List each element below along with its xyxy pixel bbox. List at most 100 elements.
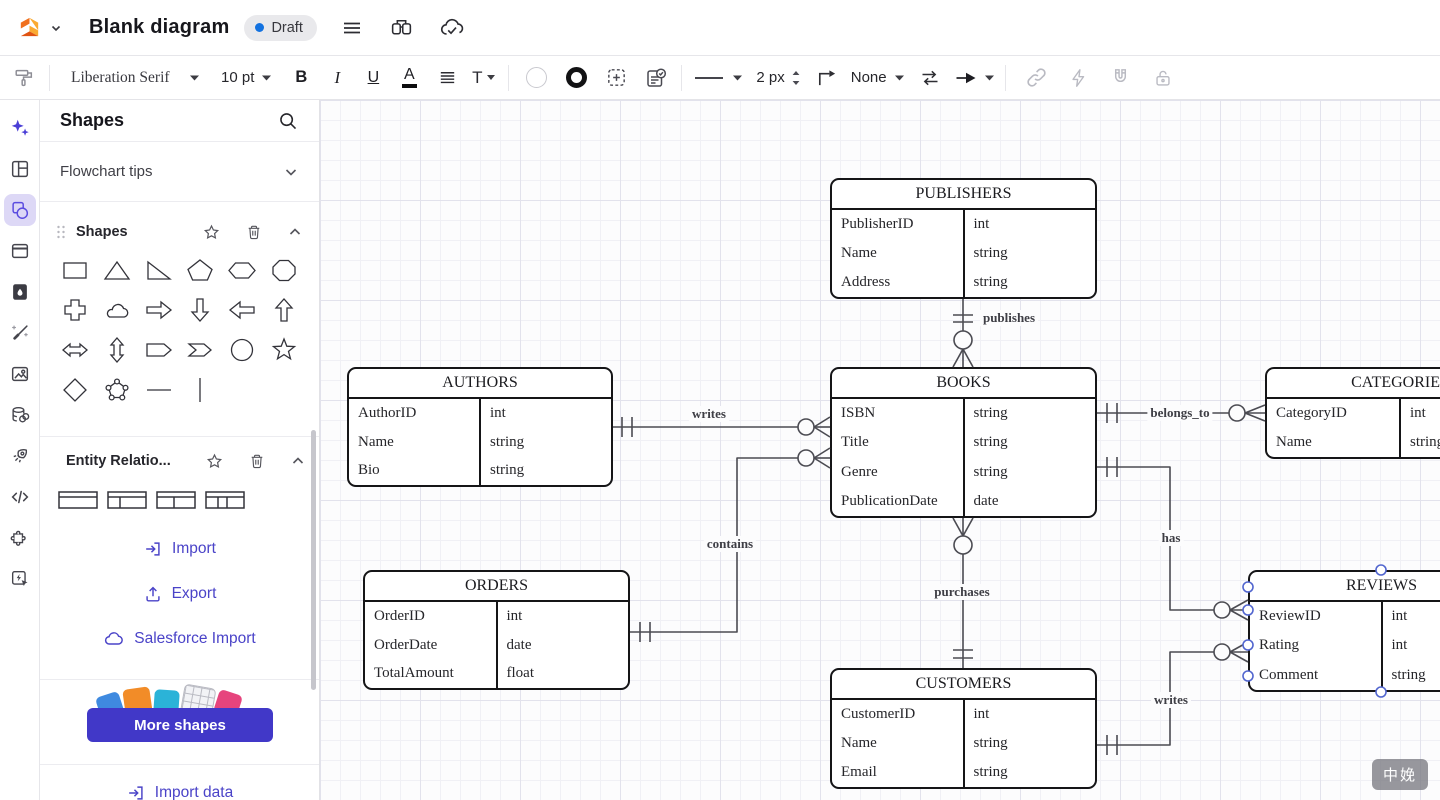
entity-books[interactable]: BOOKSISBNstringTitlestringGenrestringPub… bbox=[830, 367, 1097, 518]
rail-item-images[interactable] bbox=[4, 358, 36, 390]
connector-publishes[interactable] bbox=[953, 299, 973, 367]
line-style-select[interactable] bbox=[693, 63, 742, 93]
rail-item-theme[interactable] bbox=[4, 276, 36, 308]
favorite-section-button[interactable] bbox=[205, 452, 224, 471]
flowchart-tips-row[interactable]: Flowchart tips bbox=[40, 142, 319, 202]
connector-label-belongs_to[interactable]: belongs_to bbox=[1147, 405, 1212, 421]
er-salesforce-import-link[interactable]: Salesforce Import bbox=[40, 625, 319, 653]
shape-er-plain[interactable] bbox=[56, 487, 100, 518]
shape-data-button[interactable] bbox=[642, 63, 670, 93]
shape-line-h[interactable] bbox=[138, 370, 180, 410]
canvas-settings-button[interactable] bbox=[602, 63, 630, 93]
text-align-button[interactable] bbox=[433, 63, 461, 93]
entity-publishers[interactable]: PUBLISHERSPublisherIDintNamestringAddres… bbox=[830, 178, 1097, 299]
panel-scrollbar[interactable] bbox=[311, 430, 316, 690]
shape-line-v[interactable] bbox=[179, 370, 221, 410]
shape-arrow-right[interactable] bbox=[138, 290, 180, 330]
shape-rect[interactable] bbox=[54, 250, 96, 290]
rail-item-integrations[interactable] bbox=[4, 522, 36, 554]
entity-authors[interactable]: AUTHORSAuthorIDintNamestringBiostring bbox=[347, 367, 613, 487]
connector-label-writes[interactable]: writes bbox=[1151, 692, 1191, 708]
connector-label-contains[interactable]: contains bbox=[704, 536, 756, 552]
text-color-button[interactable]: A bbox=[395, 63, 423, 93]
hyperlink-button[interactable] bbox=[1023, 63, 1051, 93]
entity-orders[interactable]: ORDERSOrderIDintOrderDatedateTotalAmount… bbox=[363, 570, 630, 690]
bold-button[interactable]: B bbox=[287, 63, 315, 93]
remove-section-button[interactable] bbox=[245, 223, 263, 241]
shape-er-one-col[interactable] bbox=[105, 487, 149, 518]
shape-chevron[interactable] bbox=[179, 330, 221, 370]
shape-hexagon[interactable] bbox=[221, 250, 263, 290]
favorite-section-button[interactable] bbox=[202, 223, 221, 242]
diagram-canvas[interactable]: PUBLISHERSPublisherIDintNamestringAddres… bbox=[320, 100, 1440, 800]
lock-button[interactable] bbox=[1149, 63, 1177, 93]
shape-signpost[interactable] bbox=[138, 330, 180, 370]
shape-search-button[interactable] bbox=[277, 110, 299, 132]
connector-label-writes[interactable]: writes bbox=[689, 406, 729, 422]
quick-actions-button[interactable] bbox=[1065, 63, 1093, 93]
shape-arrow-up[interactable] bbox=[263, 290, 305, 330]
line-endpoint-select[interactable]: None bbox=[851, 63, 904, 93]
logo-menu-caret-icon[interactable] bbox=[49, 21, 63, 35]
shape-pentagon[interactable] bbox=[179, 250, 221, 290]
er-import-link[interactable]: Import bbox=[40, 535, 319, 563]
shape-arrow-down[interactable] bbox=[179, 290, 221, 330]
collapse-section-button[interactable] bbox=[287, 224, 303, 240]
line-shape-button[interactable] bbox=[813, 63, 841, 93]
fill-color-button[interactable] bbox=[522, 63, 550, 93]
entity-customers[interactable]: CUSTOMERSCustomerIDintNamestringEmailstr… bbox=[830, 668, 1097, 789]
format-painter-button[interactable] bbox=[10, 63, 38, 93]
rail-item-magic[interactable] bbox=[4, 317, 36, 349]
document-title[interactable]: Blank diagram bbox=[89, 16, 229, 39]
shape-network[interactable] bbox=[96, 370, 138, 410]
stroke-color-button[interactable] bbox=[562, 63, 590, 93]
collapse-section-button[interactable] bbox=[290, 453, 306, 469]
shape-er-three-col[interactable] bbox=[203, 487, 247, 518]
cloud-sync-button[interactable] bbox=[437, 13, 467, 43]
underline-button[interactable]: U bbox=[359, 63, 387, 93]
shape-cross[interactable] bbox=[54, 290, 96, 330]
magnetize-button[interactable] bbox=[1107, 63, 1135, 93]
find-button[interactable] bbox=[387, 13, 417, 43]
rail-item-actions[interactable] bbox=[4, 563, 36, 595]
rail-item-templates[interactable] bbox=[4, 153, 36, 185]
shape-arrow-left[interactable] bbox=[221, 290, 263, 330]
shape-arrow-left-right[interactable] bbox=[54, 330, 96, 370]
entity-reviews[interactable]: REVIEWSReviewIDintRatingintCommentstring bbox=[1248, 570, 1440, 692]
entity-categories[interactable]: CATEGORIESCategoryIDintNamestring bbox=[1265, 367, 1440, 459]
shape-right-triangle[interactable] bbox=[138, 250, 180, 290]
shape-cloud[interactable] bbox=[96, 290, 138, 330]
import-data-link[interactable]: Import data bbox=[40, 779, 319, 800]
shape-arrow-up-down[interactable] bbox=[96, 330, 138, 370]
connector-label-has[interactable]: has bbox=[1159, 530, 1184, 546]
shape-star[interactable] bbox=[263, 330, 305, 370]
paint-roller-icon bbox=[13, 67, 35, 89]
shape-octagon[interactable] bbox=[263, 250, 305, 290]
rail-item-frames[interactable] bbox=[4, 235, 36, 267]
main-menu-button[interactable] bbox=[337, 13, 367, 43]
shape-er-mid-col[interactable] bbox=[154, 487, 198, 518]
swap-endpoints-button[interactable] bbox=[916, 63, 944, 93]
connector-label-purchases[interactable]: purchases bbox=[931, 584, 992, 600]
lucid-logo-icon[interactable] bbox=[16, 14, 43, 41]
rail-item-shapes[interactable] bbox=[4, 194, 36, 226]
more-shapes-button[interactable]: More shapes bbox=[87, 708, 273, 742]
er-export-link[interactable]: Export bbox=[40, 580, 319, 608]
shape-triangle[interactable] bbox=[96, 250, 138, 290]
rail-item-data-linking[interactable] bbox=[4, 399, 36, 431]
shape-diamond[interactable] bbox=[54, 370, 96, 410]
arrowhead-select[interactable] bbox=[954, 63, 994, 93]
remove-section-button[interactable] bbox=[248, 452, 266, 470]
text-style-button[interactable]: T bbox=[469, 63, 497, 93]
connector-label-publishes[interactable]: publishes bbox=[980, 310, 1038, 326]
font-family-select[interactable]: Liberation Serif bbox=[67, 63, 203, 93]
line-width-stepper[interactable]: 2 px bbox=[756, 63, 800, 93]
rail-item-ai-assist[interactable] bbox=[4, 112, 36, 144]
field-type: string bbox=[1382, 667, 1440, 684]
shape-circle[interactable] bbox=[221, 330, 263, 370]
drag-handle-icon[interactable] bbox=[56, 224, 66, 240]
rail-item-embed-code[interactable] bbox=[4, 481, 36, 513]
rail-item-marketplace[interactable] bbox=[4, 440, 36, 472]
font-size-select[interactable]: 10 pt bbox=[217, 63, 275, 93]
italic-button[interactable]: I bbox=[323, 63, 351, 93]
